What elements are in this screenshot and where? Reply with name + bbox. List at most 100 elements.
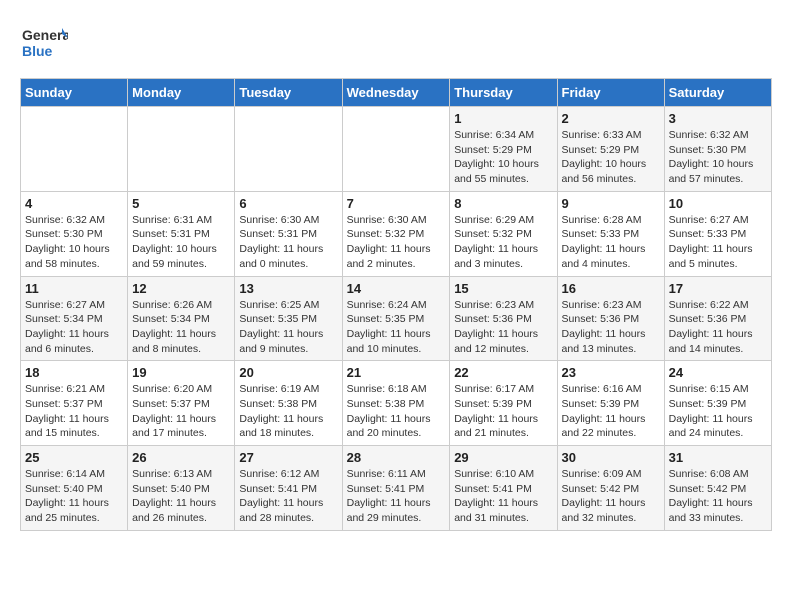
day-of-week-monday: Monday: [128, 79, 235, 107]
day-info: Sunrise: 6:10 AMSunset: 5:41 PMDaylight:…: [454, 467, 552, 526]
day-number: 22: [454, 365, 552, 380]
day-info: Sunrise: 6:12 AMSunset: 5:41 PMDaylight:…: [239, 467, 337, 526]
calendar-cell: 2Sunrise: 6:33 AMSunset: 5:29 PMDaylight…: [557, 107, 664, 192]
day-number: 4: [25, 196, 123, 211]
calendar-cell: 18 Sunrise: 6:21 AMSunset: 5:37 PMDayligh…: [21, 361, 128, 446]
day-info: Sunrise: 6:22 AMSunset: 5:36 PMDaylight:…: [669, 298, 767, 357]
calendar-cell: 26Sunrise: 6:13 AMSunset: 5:40 PMDayligh…: [128, 446, 235, 531]
day-info: Sunrise: 6:27 AMSunset: 5:33 PMDaylight:…: [669, 213, 767, 272]
day-info: Sunrise: 6:30 AMSunset: 5:31 PMDaylight:…: [239, 213, 337, 272]
day-info: Sunrise: 6:13 AMSunset: 5:40 PMDaylight:…: [132, 467, 230, 526]
day-info: Sunrise: 6:28 AMSunset: 5:33 PMDaylight:…: [562, 213, 660, 272]
day-info: Sunrise: 6:19 AMSunset: 5:38 PMDaylight:…: [239, 382, 337, 441]
calendar-cell: 22 Sunrise: 6:17 AMSunset: 5:39 PMDayligh…: [450, 361, 557, 446]
day-number: 1: [454, 111, 552, 126]
day-info: Sunrise: 6:29 AMSunset: 5:32 PMDaylight:…: [454, 213, 552, 272]
calendar-cell: 9 Sunrise: 6:28 AMSunset: 5:33 PMDaylight…: [557, 191, 664, 276]
day-info: Sunrise: 6:25 AMSunset: 5:35 PMDaylight:…: [239, 298, 337, 357]
calendar-cell: 29 Sunrise: 6:10 AMSunset: 5:41 PMDayligh…: [450, 446, 557, 531]
calendar-cell: [21, 107, 128, 192]
day-info: Sunrise: 6:27 AMSunset: 5:34 PMDaylight:…: [25, 298, 123, 357]
day-number: 30: [562, 450, 660, 465]
calendar-cell: [128, 107, 235, 192]
logo: General Blue: [20, 20, 68, 68]
day-info: Sunrise: 6:32 AMSunset: 5:30 PMDaylight:…: [669, 128, 767, 187]
calendar-cell: 11 Sunrise: 6:27 AMSunset: 5:34 PMDayligh…: [21, 276, 128, 361]
calendar-cell: 1 Sunrise: 6:34 AMSunset: 5:29 PMDaylight…: [450, 107, 557, 192]
day-number: 11: [25, 281, 123, 296]
calendar-week-2: 4 Sunrise: 6:32 AMSunset: 5:30 PMDaylight…: [21, 191, 772, 276]
day-info: Sunrise: 6:23 AMSunset: 5:36 PMDaylight:…: [454, 298, 552, 357]
day-number: 3: [669, 111, 767, 126]
calendar-cell: 30Sunrise: 6:09 AMSunset: 5:42 PMDayligh…: [557, 446, 664, 531]
calendar-cell: 23Sunrise: 6:16 AMSunset: 5:39 PMDayligh…: [557, 361, 664, 446]
day-number: 17: [669, 281, 767, 296]
calendar-cell: 3 Sunrise: 6:32 AMSunset: 5:30 PMDaylight…: [664, 107, 771, 192]
day-number: 31: [669, 450, 767, 465]
day-info: Sunrise: 6:08 AMSunset: 5:42 PMDaylight:…: [669, 467, 767, 526]
day-number: 27: [239, 450, 337, 465]
calendar-cell: 15 Sunrise: 6:23 AMSunset: 5:36 PMDayligh…: [450, 276, 557, 361]
calendar-header: SundayMondayTuesdayWednesdayThursdayFrid…: [21, 79, 772, 107]
page-header: General Blue: [20, 20, 772, 68]
day-number: 15: [454, 281, 552, 296]
day-of-week-friday: Friday: [557, 79, 664, 107]
day-info: Sunrise: 6:14 AMSunset: 5:40 PMDaylight:…: [25, 467, 123, 526]
calendar-cell: 5Sunrise: 6:31 AMSunset: 5:31 PMDaylight…: [128, 191, 235, 276]
day-number: 12: [132, 281, 230, 296]
calendar-cell: 17 Sunrise: 6:22 AMSunset: 5:36 PMDayligh…: [664, 276, 771, 361]
day-info: Sunrise: 6:15 AMSunset: 5:39 PMDaylight:…: [669, 382, 767, 441]
calendar-week-4: 18 Sunrise: 6:21 AMSunset: 5:37 PMDayligh…: [21, 361, 772, 446]
day-info: Sunrise: 6:23 AMSunset: 5:36 PMDaylight:…: [562, 298, 660, 357]
svg-text:General: General: [22, 27, 68, 43]
day-number: 2: [562, 111, 660, 126]
day-info: Sunrise: 6:32 AMSunset: 5:30 PMDaylight:…: [25, 213, 123, 272]
day-info: Sunrise: 6:18 AMSunset: 5:38 PMDaylight:…: [347, 382, 446, 441]
day-number: 20: [239, 365, 337, 380]
calendar-cell: 12 Sunrise: 6:26 AMSunset: 5:34 PMDayligh…: [128, 276, 235, 361]
calendar-cell: [342, 107, 450, 192]
day-info: Sunrise: 6:20 AMSunset: 5:37 PMDaylight:…: [132, 382, 230, 441]
day-number: 25: [25, 450, 123, 465]
calendar-cell: 19Sunrise: 6:20 AMSunset: 5:37 PMDayligh…: [128, 361, 235, 446]
day-of-week-saturday: Saturday: [664, 79, 771, 107]
day-number: 9: [562, 196, 660, 211]
calendar-cell: 20 Sunrise: 6:19 AMSunset: 5:38 PMDayligh…: [235, 361, 342, 446]
calendar-week-1: 1 Sunrise: 6:34 AMSunset: 5:29 PMDaylight…: [21, 107, 772, 192]
calendar-cell: 14Sunrise: 6:24 AMSunset: 5:35 PMDayligh…: [342, 276, 450, 361]
day-number: 28: [347, 450, 446, 465]
day-number: 29: [454, 450, 552, 465]
calendar-cell: 21 Sunrise: 6:18 AMSunset: 5:38 PMDayligh…: [342, 361, 450, 446]
calendar-cell: 4 Sunrise: 6:32 AMSunset: 5:30 PMDaylight…: [21, 191, 128, 276]
calendar-cell: 31 Sunrise: 6:08 AMSunset: 5:42 PMDayligh…: [664, 446, 771, 531]
day-number: 8: [454, 196, 552, 211]
day-info: Sunrise: 6:21 AMSunset: 5:37 PMDaylight:…: [25, 382, 123, 441]
calendar-cell: 24 Sunrise: 6:15 AMSunset: 5:39 PMDayligh…: [664, 361, 771, 446]
day-number: 14: [347, 281, 446, 296]
calendar-cell: 8 Sunrise: 6:29 AMSunset: 5:32 PMDaylight…: [450, 191, 557, 276]
day-info: Sunrise: 6:34 AMSunset: 5:29 PMDaylight:…: [454, 128, 552, 187]
day-info: Sunrise: 6:16 AMSunset: 5:39 PMDaylight:…: [562, 382, 660, 441]
day-info: Sunrise: 6:17 AMSunset: 5:39 PMDaylight:…: [454, 382, 552, 441]
calendar-week-5: 25 Sunrise: 6:14 AMSunset: 5:40 PMDayligh…: [21, 446, 772, 531]
day-number: 18: [25, 365, 123, 380]
calendar-cell: 10 Sunrise: 6:27 AMSunset: 5:33 PMDayligh…: [664, 191, 771, 276]
calendar-cell: 25 Sunrise: 6:14 AMSunset: 5:40 PMDayligh…: [21, 446, 128, 531]
calendar-cell: 7 Sunrise: 6:30 AMSunset: 5:32 PMDaylight…: [342, 191, 450, 276]
day-number: 24: [669, 365, 767, 380]
day-info: Sunrise: 6:11 AMSunset: 5:41 PMDaylight:…: [347, 467, 446, 526]
day-number: 7: [347, 196, 446, 211]
day-number: 6: [239, 196, 337, 211]
day-info: Sunrise: 6:30 AMSunset: 5:32 PMDaylight:…: [347, 213, 446, 272]
day-number: 13: [239, 281, 337, 296]
calendar-cell: 28 Sunrise: 6:11 AMSunset: 5:41 PMDayligh…: [342, 446, 450, 531]
day-info: Sunrise: 6:26 AMSunset: 5:34 PMDaylight:…: [132, 298, 230, 357]
calendar-week-3: 11 Sunrise: 6:27 AMSunset: 5:34 PMDayligh…: [21, 276, 772, 361]
calendar-cell: 16Sunrise: 6:23 AMSunset: 5:36 PMDayligh…: [557, 276, 664, 361]
calendar-cell: 13 Sunrise: 6:25 AMSunset: 5:35 PMDayligh…: [235, 276, 342, 361]
day-info: Sunrise: 6:31 AMSunset: 5:31 PMDaylight:…: [132, 213, 230, 272]
calendar-table: SundayMondayTuesdayWednesdayThursdayFrid…: [20, 78, 772, 531]
day-of-week-thursday: Thursday: [450, 79, 557, 107]
day-number: 10: [669, 196, 767, 211]
day-number: 21: [347, 365, 446, 380]
